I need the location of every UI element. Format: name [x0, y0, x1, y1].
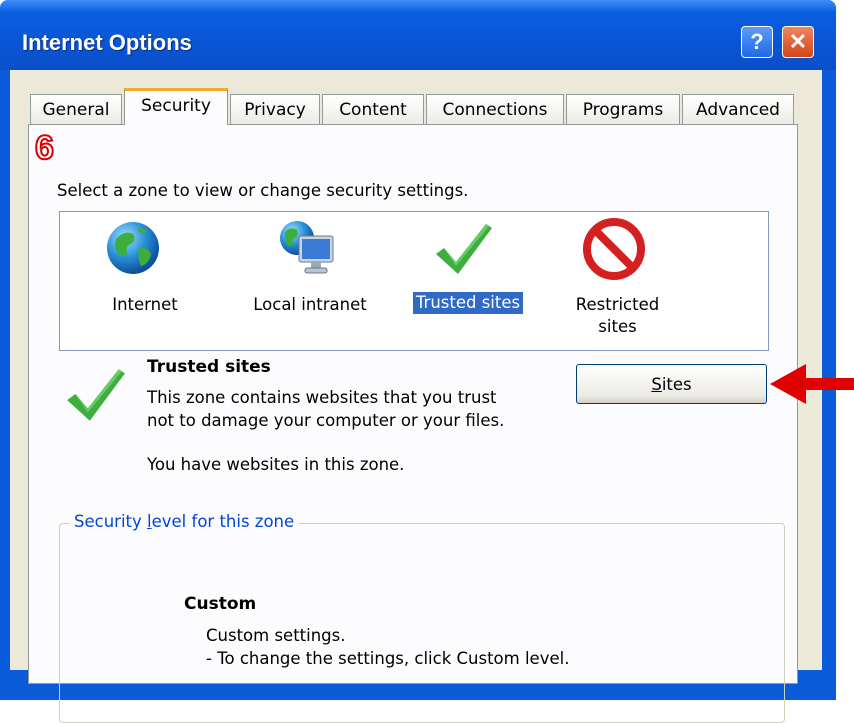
security-level-name: Custom	[184, 594, 257, 614]
selected-zone-status: You have websites in this zone.	[147, 455, 405, 474]
window-title: Internet Options	[22, 30, 192, 55]
tab-advanced[interactable]: Advanced	[682, 94, 794, 124]
tab-connections[interactable]: Connections	[426, 94, 564, 124]
no-entry-icon	[583, 218, 645, 284]
security-level-desc-line2: - To change the settings, click Custom l…	[206, 649, 570, 668]
selected-zone-checkmark-icon	[63, 365, 127, 429]
legend-pre: Security	[74, 512, 148, 531]
tab-privacy[interactable]: Privacy	[230, 94, 320, 124]
close-button[interactable]: ✕	[782, 26, 814, 58]
zone-label-wrap: Trusted sites	[398, 292, 538, 314]
zone-label-internet: Internet	[112, 295, 178, 314]
zone-label-restricted-line1: Restricted	[575, 295, 660, 314]
title-bar[interactable]: Internet Options ? ✕	[0, 0, 836, 70]
tab-security[interactable]: Security	[124, 88, 228, 125]
zone-instruction: Select a zone to view or change security…	[57, 181, 469, 200]
zone-label-trusted-sites: Trusted sites	[412, 292, 524, 314]
sites-button[interactable]: Sites	[576, 364, 767, 404]
legend-post: evel for this zone	[151, 512, 295, 531]
security-level-desc-line1: Custom settings.	[206, 626, 346, 645]
security-level-legend: Security level for this zone	[70, 512, 299, 531]
internet-options-window: Internet Options ? ✕ General Security Pr…	[0, 0, 836, 723]
tab-content[interactable]: Content	[322, 94, 424, 124]
selected-zone-description: This zone contains websites that you tru…	[147, 388, 505, 430]
security-level-description: Custom settings. - To change the setting…	[206, 624, 569, 670]
sites-button-accesskey: S	[651, 374, 662, 394]
step-number-annotation: 6	[34, 128, 55, 168]
tab-general[interactable]: General	[30, 94, 122, 124]
zone-local-intranet[interactable]: Local intranet	[220, 212, 380, 350]
help-button[interactable]: ?	[741, 26, 773, 58]
zone-internet[interactable]: Internet	[60, 212, 230, 350]
intranet-icon	[277, 218, 339, 284]
selected-zone-title: Trusted sites	[147, 357, 271, 377]
dialog-client-area: General Security Privacy Content Connect…	[10, 70, 822, 723]
zone-label-restricted-line2: sites	[598, 317, 637, 336]
red-arrow-annotation-icon	[770, 364, 854, 408]
zone-list: Internet Local intranet Trusted sites Re…	[59, 211, 769, 351]
zone-trusted-sites[interactable]: Trusted sites	[390, 212, 535, 350]
security-tab-panel: 6 Select a zone to view or change securi…	[28, 124, 798, 723]
zone-label-local-intranet: Local intranet	[253, 295, 367, 314]
zone-restricted-sites[interactable]: Restricted sites	[545, 212, 690, 350]
tab-programs[interactable]: Programs	[566, 94, 680, 124]
sites-button-label-post: ites	[661, 374, 692, 394]
checkmark-icon	[432, 220, 494, 282]
security-level-group: Security level for this zone Custom Cust…	[59, 512, 785, 723]
globe-icon	[103, 218, 163, 282]
